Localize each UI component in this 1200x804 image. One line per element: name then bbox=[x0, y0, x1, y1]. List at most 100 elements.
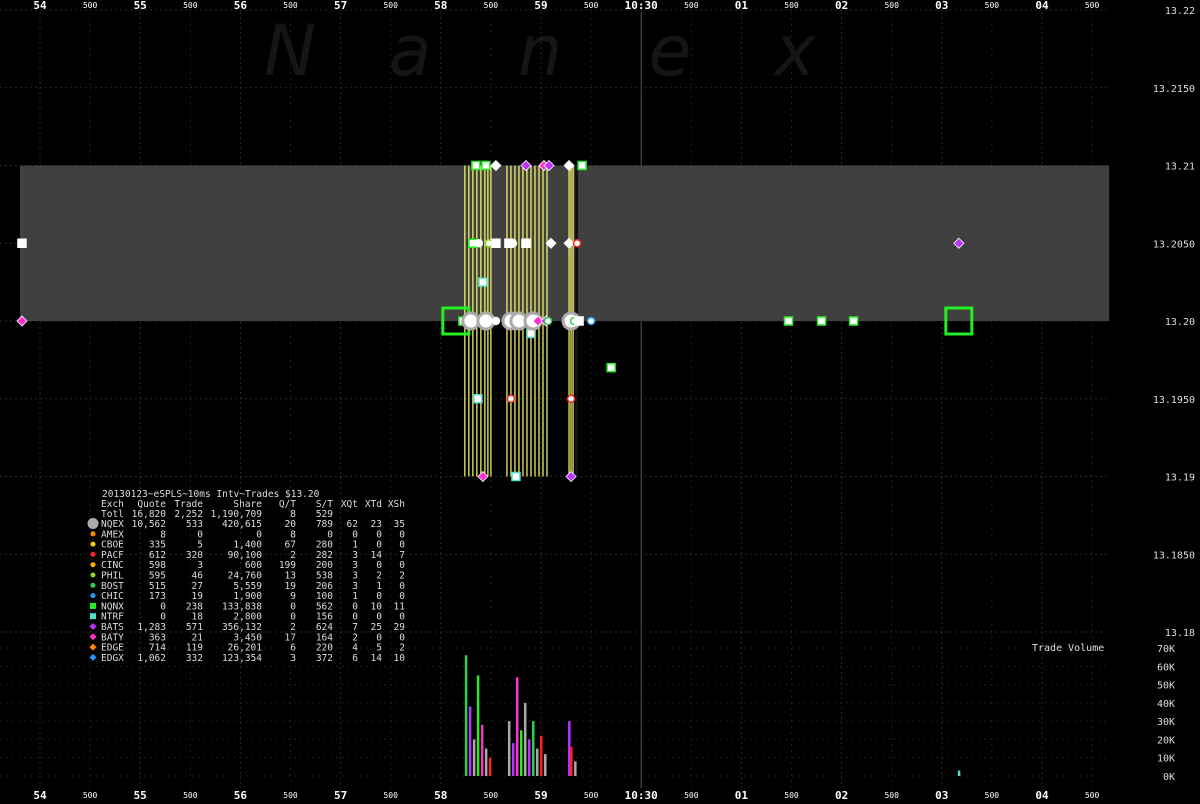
watermark-letter: n bbox=[518, 10, 562, 92]
volume-bar bbox=[507, 721, 511, 776]
legend-row-cell: 372 bbox=[316, 653, 333, 664]
time-tick-label-bottom: 10:30 bbox=[625, 789, 658, 800]
time-tick-label-top: 01 bbox=[735, 0, 749, 12]
price-tick-label: 13.2150 bbox=[1153, 84, 1195, 95]
quote-square-marker bbox=[491, 238, 501, 248]
time-tick-label-top: 54 bbox=[33, 0, 47, 12]
time-tick-label-bottom: 59 bbox=[534, 789, 547, 800]
time-minor-label-bottom: 500 bbox=[283, 791, 298, 800]
time-tick-label-bottom: 01 bbox=[735, 789, 749, 800]
quote-square-marker bbox=[471, 160, 481, 171]
volume-bar bbox=[570, 746, 573, 776]
legend-row-cell: 10 bbox=[394, 653, 406, 664]
volume-bar bbox=[515, 677, 519, 776]
time-minor-label-top: 500 bbox=[884, 1, 899, 10]
legend-marker-circle bbox=[90, 572, 96, 578]
watermark-letter: a bbox=[389, 10, 432, 92]
volume-bar bbox=[523, 702, 527, 776]
time-minor-label-bottom: 500 bbox=[383, 791, 398, 800]
time-minor-label-bottom: 500 bbox=[784, 791, 799, 800]
volume-bar bbox=[531, 721, 535, 776]
time-tick-label-bottom: 57 bbox=[334, 789, 347, 800]
volume-bars bbox=[464, 655, 961, 776]
legend-marker-circle bbox=[90, 551, 96, 557]
volume-bar bbox=[472, 739, 476, 776]
watermark-letter: x bbox=[772, 10, 816, 92]
legend-marker-square bbox=[90, 613, 96, 620]
quote-square-marker bbox=[848, 316, 859, 326]
time-minor-label-top: 500 bbox=[584, 1, 599, 10]
time-tick-label-bottom: 04 bbox=[1035, 789, 1049, 800]
time-tick-label-top: 55 bbox=[134, 0, 147, 12]
time-minor-label-bottom: 500 bbox=[1085, 791, 1100, 800]
time-minor-label-top: 500 bbox=[484, 1, 499, 10]
quote-square-marker bbox=[478, 277, 488, 287]
volume-bar bbox=[464, 655, 468, 776]
watermark-letter: e bbox=[648, 10, 691, 92]
quote-circle-marker bbox=[572, 239, 582, 248]
quote-diamond-marker bbox=[477, 470, 489, 483]
legend-marker-circle bbox=[90, 562, 96, 568]
legend-marker-square bbox=[90, 602, 96, 609]
quote-square-marker bbox=[521, 238, 531, 248]
time-tick-label-top: 56 bbox=[234, 0, 248, 12]
quote-circle-marker bbox=[491, 316, 501, 326]
quote-circle-marker bbox=[506, 394, 516, 403]
price-tick-label: 13.1950 bbox=[1153, 395, 1195, 406]
quote-square-marker bbox=[816, 316, 827, 326]
time-minor-label-top: 500 bbox=[183, 1, 198, 10]
time-tick-label-bottom: 54 bbox=[33, 789, 47, 800]
quote-square-marker bbox=[783, 316, 794, 326]
time-tick-label-top: 03 bbox=[935, 0, 948, 12]
volume-bar bbox=[535, 748, 539, 776]
legend-marker-circle bbox=[90, 541, 96, 547]
quote-square-marker bbox=[473, 394, 483, 404]
legend-row-cell: EDGX bbox=[101, 653, 124, 664]
exchange-legend: 20130123~eSPLS~10ms Intv~Trades $13.20Ex… bbox=[87, 489, 406, 664]
time-tick-label-bottom: 58 bbox=[434, 789, 447, 800]
legend-header-cell: XSh bbox=[388, 499, 405, 510]
volume-bar bbox=[480, 724, 484, 776]
legend-row-cell: 123,354 bbox=[222, 653, 262, 664]
legend-row-cell: 6 bbox=[352, 653, 358, 664]
volume-bar bbox=[544, 754, 547, 776]
volume-bar bbox=[957, 770, 961, 776]
volume-bar bbox=[574, 761, 577, 776]
time-minor-label-top: 500 bbox=[784, 1, 799, 10]
legend-marker-circle bbox=[90, 593, 96, 599]
volume-tick-label: 0K bbox=[1163, 772, 1175, 783]
price-tick-label: 13.22 bbox=[1165, 6, 1195, 17]
legend-marker-diamond bbox=[89, 633, 97, 641]
quote-diamond-marker bbox=[565, 470, 577, 483]
volume-tick-label: 40K bbox=[1157, 699, 1175, 710]
quote-circle-marker bbox=[474, 239, 484, 248]
quote-square-marker bbox=[577, 160, 587, 171]
volume-tick-label: 70K bbox=[1157, 644, 1175, 655]
nanex-chart: Na n e x 54 500 54 500 55 500 55 500 56 500 56 500 57 500… bbox=[0, 0, 1200, 802]
quote-circle-marker bbox=[543, 316, 553, 326]
legend-marker-circle bbox=[87, 518, 99, 529]
price-tick-label: 13.18 bbox=[1165, 628, 1195, 639]
price-tick-label: 13.1850 bbox=[1153, 550, 1195, 561]
volume-bar bbox=[519, 730, 523, 776]
quote-circle-marker bbox=[566, 394, 576, 403]
chart-canvas: Na n e x54 50054 50055 50055 50056 50056 50057 500… bbox=[0, 0, 1195, 802]
time-minor-label-bottom: 500 bbox=[484, 791, 499, 800]
legend-row-cell: 14 bbox=[371, 653, 383, 664]
price-tick-label: 13.2050 bbox=[1153, 239, 1195, 250]
legend-header-cell: XQt bbox=[341, 499, 358, 510]
time-tick-label-top: 10:30 bbox=[625, 0, 658, 12]
legend-row-cell: 1,062 bbox=[137, 653, 166, 664]
volume-bar bbox=[511, 743, 515, 776]
time-minor-label-bottom: 500 bbox=[985, 791, 1000, 800]
quote-square-marker bbox=[511, 471, 521, 482]
time-minor-label-bottom: 500 bbox=[684, 791, 699, 800]
time-tick-label-top: 59 bbox=[534, 0, 547, 12]
legend-header-cell: XTd bbox=[365, 499, 382, 510]
time-minor-label-top: 500 bbox=[283, 1, 298, 10]
quote-circle-large-marker bbox=[476, 311, 496, 331]
quote-square-marker bbox=[606, 362, 616, 373]
volume-bar bbox=[484, 748, 488, 776]
quote-square-marker bbox=[17, 238, 27, 248]
volume-tick-label: 30K bbox=[1157, 717, 1175, 728]
